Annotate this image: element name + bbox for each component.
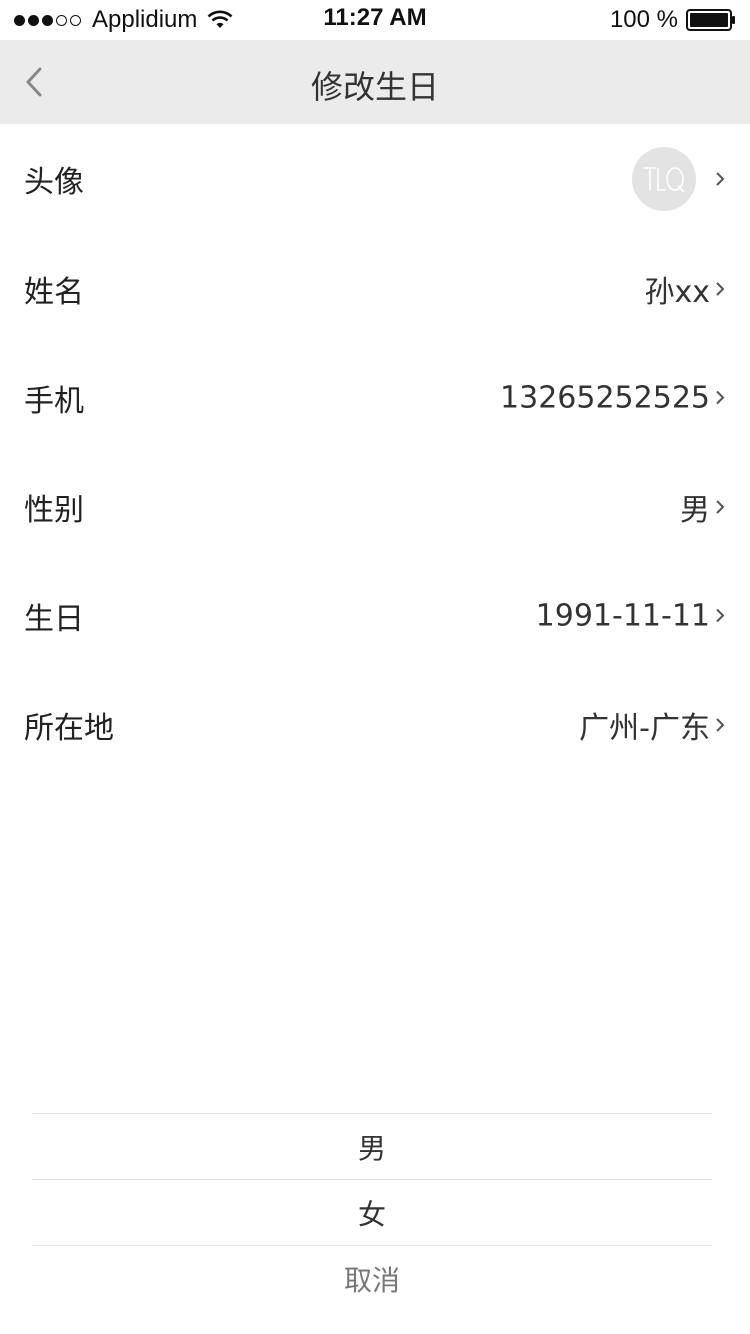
row-location[interactable]: 所在地 广州-广东	[0, 670, 750, 779]
row-value: 男	[680, 492, 710, 528]
battery-icon	[686, 9, 735, 31]
screen: Applidium 11:27 AM 100 % 修改生日 头像 姓名 孙xx …	[0, 0, 750, 1334]
row-label: 性别	[24, 492, 84, 528]
row-value: 13265252525	[500, 380, 710, 415]
chevron-right-icon	[716, 499, 725, 514]
status-right: 100 %	[610, 6, 736, 34]
row-right: 13265252525	[500, 380, 726, 415]
gender-action-sheet: 男 女 取消	[32, 1113, 712, 1311]
row-label: 姓名	[24, 274, 84, 310]
chevron-right-icon	[716, 172, 725, 186]
row-avatar[interactable]: 头像	[0, 124, 750, 234]
row-right: 广州-广东	[579, 703, 726, 747]
row-label: 生日	[24, 601, 84, 637]
row-label: 所在地	[24, 710, 114, 746]
avatar-logo-icon	[644, 167, 685, 193]
row-value: 广州-广东	[579, 710, 710, 746]
row-right	[632, 147, 726, 211]
battery-percentage: 100 %	[609, 6, 678, 33]
row-right: 孙xx	[644, 267, 726, 311]
chevron-right-icon	[716, 717, 725, 732]
option-female[interactable]: 女	[32, 1179, 712, 1245]
cancel-button[interactable]: 取消	[32, 1245, 712, 1311]
profile-list: 头像 姓名 孙xx 手机 13265252525 性别 男 生日 1991-11…	[0, 124, 750, 779]
row-gender[interactable]: 性别 男	[0, 452, 750, 561]
row-label: 头像	[24, 165, 84, 200]
chevron-right-icon	[716, 608, 725, 623]
nav-bar: 修改生日	[0, 40, 750, 124]
row-value: 孙xx	[644, 274, 710, 310]
row-label: 手机	[24, 383, 84, 419]
avatar	[632, 147, 696, 211]
page-title: 修改生日	[310, 68, 439, 106]
row-name[interactable]: 姓名 孙xx	[0, 234, 750, 343]
row-value: 1991-11-11	[535, 598, 710, 633]
row-phone[interactable]: 手机 13265252525	[0, 343, 750, 452]
option-male[interactable]: 男	[32, 1113, 712, 1179]
row-birthday[interactable]: 生日 1991-11-11	[0, 561, 750, 670]
chevron-right-icon	[716, 281, 725, 296]
row-right: 1991-11-11	[536, 598, 726, 633]
status-bar: Applidium 11:27 AM 100 %	[0, 0, 750, 40]
row-right: 男	[680, 485, 726, 529]
chevron-right-icon	[716, 390, 725, 405]
